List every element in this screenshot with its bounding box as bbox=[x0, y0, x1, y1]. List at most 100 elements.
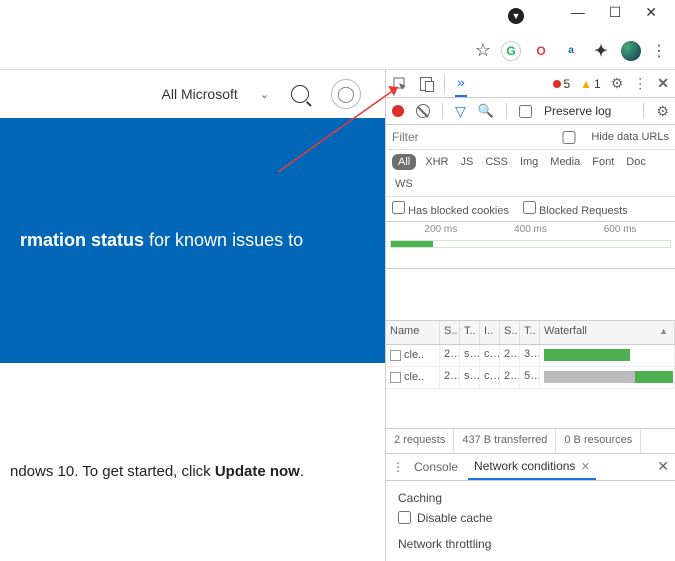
divider bbox=[444, 75, 445, 93]
more-tabs-icon[interactable]: » bbox=[455, 70, 467, 97]
drawer-menu-icon[interactable]: ⋮ bbox=[392, 460, 404, 474]
devtools-menu-icon[interactable]: ⋮ bbox=[633, 75, 647, 92]
maximize-button[interactable]: ☐ bbox=[609, 4, 622, 21]
blocked-requests-checkbox[interactable] bbox=[523, 201, 536, 214]
cell-size: 2.. bbox=[500, 345, 520, 366]
type-filter-font[interactable]: Font bbox=[589, 154, 617, 170]
extension-globe-icon[interactable] bbox=[621, 41, 641, 61]
row-checkbox[interactable] bbox=[390, 350, 401, 361]
settings-gear-icon[interactable]: ⚙ bbox=[611, 75, 624, 92]
filter-input[interactable] bbox=[392, 130, 547, 144]
close-tab-icon[interactable]: ✕ bbox=[581, 461, 590, 473]
col-waterfall[interactable]: Waterfall▲ bbox=[540, 321, 675, 343]
cell-waterfall bbox=[540, 345, 675, 366]
cell-type: s.. bbox=[460, 367, 480, 388]
body-text-part: ndows 10. To get started, click bbox=[10, 463, 215, 480]
network-toolbar: ▽ 🔍 Preserve log ⚙ bbox=[386, 98, 675, 125]
tab-console[interactable]: Console bbox=[408, 455, 464, 479]
blocked-requests[interactable]: Blocked Requests bbox=[523, 201, 628, 217]
user-account-icon[interactable]: ◯ bbox=[331, 79, 361, 109]
request-type-filters: All XHR JS CSS Img Media Font Doc WS bbox=[386, 150, 675, 197]
cell-status: 2.. bbox=[440, 367, 460, 388]
request-row[interactable]: cle.. 2.. s.. c.. 2.. 3.. bbox=[386, 345, 675, 367]
timeline-detail bbox=[386, 269, 675, 321]
col-time[interactable]: T.. bbox=[520, 321, 540, 343]
request-row[interactable]: cle.. 2.. s.. c.. 2.. 5.. bbox=[386, 367, 675, 389]
col-type[interactable]: T.. bbox=[460, 321, 480, 343]
cell-initiator: c.. bbox=[480, 345, 500, 366]
col-size[interactable]: S.. bbox=[500, 321, 520, 343]
request-rows: cle.. 2.. s.. c.. 2.. 3.. cle.. 2.. s.. … bbox=[386, 345, 675, 389]
warning-count[interactable]: ▲1 bbox=[580, 77, 601, 91]
hide-data-urls-checkbox[interactable] bbox=[555, 131, 583, 144]
type-filter-all[interactable]: All bbox=[392, 154, 416, 170]
type-filter-img[interactable]: Img bbox=[517, 154, 541, 170]
status-transferred: 437 B transferred bbox=[454, 429, 556, 453]
close-window-button[interactable]: ✕ bbox=[645, 4, 657, 21]
record-button[interactable] bbox=[392, 105, 404, 117]
disable-cache[interactable]: Disable cache bbox=[398, 511, 663, 525]
minimize-button[interactable]: — bbox=[571, 4, 585, 20]
tab-network-conditions[interactable]: Network conditions ✕ bbox=[468, 454, 596, 480]
clear-button[interactable] bbox=[416, 104, 430, 118]
timeline-track bbox=[390, 240, 671, 248]
filter-funnel-icon[interactable]: ▽ bbox=[455, 103, 466, 120]
security-shield-icon[interactable]: ▼ bbox=[508, 8, 524, 24]
timeline-overview[interactable]: 200 ms 400 ms 600 ms bbox=[386, 222, 675, 269]
cell-initiator: c.. bbox=[480, 367, 500, 388]
extension-opera-icon[interactable]: O bbox=[531, 41, 551, 61]
cell-status: 2.. bbox=[440, 345, 460, 366]
col-waterfall-label: Waterfall bbox=[544, 325, 587, 337]
extension-grammarly-icon[interactable]: G bbox=[501, 41, 521, 61]
window-controls: — ☐ ✕ bbox=[553, 0, 675, 24]
device-mode-icon[interactable] bbox=[418, 76, 434, 92]
hero-banner: rmation status for known issues to bbox=[0, 118, 385, 363]
col-name[interactable]: Name bbox=[386, 321, 440, 343]
filter-row: Hide data URLs bbox=[386, 125, 675, 150]
request-table-header: Name S.. T.. I.. S.. T.. Waterfall▲ bbox=[386, 321, 675, 344]
chevron-down-icon: ⌄ bbox=[260, 88, 269, 101]
browser-toolbar: ☆ G O a ✦ ⋮ bbox=[0, 32, 675, 70]
type-filter-media[interactable]: Media bbox=[547, 154, 583, 170]
error-dot-icon bbox=[553, 80, 561, 88]
disable-cache-checkbox[interactable] bbox=[398, 511, 411, 524]
network-settings-icon[interactable]: ⚙ bbox=[656, 103, 669, 120]
type-filter-css[interactable]: CSS bbox=[482, 154, 511, 170]
divider bbox=[442, 103, 443, 119]
has-blocked-cookies[interactable]: Has blocked cookies bbox=[392, 201, 509, 217]
search-icon[interactable] bbox=[291, 85, 309, 103]
status-requests: 2 requests bbox=[386, 429, 454, 453]
update-now-link[interactable]: Update now bbox=[215, 463, 300, 480]
body-text-dot: . bbox=[300, 463, 304, 480]
type-filter-doc[interactable]: Doc bbox=[623, 154, 649, 170]
has-blocked-cookies-checkbox[interactable] bbox=[392, 201, 405, 214]
extension-a-icon[interactable]: a bbox=[561, 41, 581, 61]
tick-label: 600 ms bbox=[604, 224, 637, 235]
search-icon[interactable]: 🔍 bbox=[478, 103, 494, 119]
type-filter-ws[interactable]: WS bbox=[392, 176, 416, 192]
close-drawer-button[interactable]: ✕ bbox=[657, 458, 669, 475]
warning-triangle-icon: ▲ bbox=[580, 77, 592, 91]
tab-label: Network conditions bbox=[474, 459, 575, 473]
error-number: 5 bbox=[563, 77, 570, 91]
error-count[interactable]: 5 bbox=[553, 77, 570, 91]
cell-type: s.. bbox=[460, 345, 480, 366]
preserve-log-checkbox[interactable] bbox=[519, 105, 532, 118]
divider bbox=[506, 103, 507, 119]
extensions-icon[interactable]: ✦ bbox=[591, 41, 611, 61]
type-filter-xhr[interactable]: XHR bbox=[422, 154, 451, 170]
close-devtools-button[interactable]: ✕ bbox=[657, 75, 669, 92]
browser-menu-icon[interactable]: ⋮ bbox=[651, 41, 667, 61]
col-status[interactable]: S.. bbox=[440, 321, 460, 343]
all-microsoft-dropdown[interactable]: All Microsoft bbox=[162, 86, 238, 102]
row-checkbox[interactable] bbox=[390, 372, 401, 383]
col-initiator[interactable]: I.. bbox=[480, 321, 500, 343]
type-filter-js[interactable]: JS bbox=[457, 154, 476, 170]
bookmark-star-icon[interactable]: ☆ bbox=[475, 40, 491, 61]
body-text: ndows 10. To get started, click Update n… bbox=[0, 363, 385, 490]
tick-label: 400 ms bbox=[514, 224, 547, 235]
devtools-panel: » 5 ▲1 ⚙ ⋮ ✕ ▽ 🔍 Preserve log ⚙ Hide dat… bbox=[385, 70, 675, 561]
status-resources: 0 B resources bbox=[556, 429, 641, 453]
table-blank bbox=[386, 389, 675, 429]
inspect-element-icon[interactable] bbox=[392, 76, 408, 92]
